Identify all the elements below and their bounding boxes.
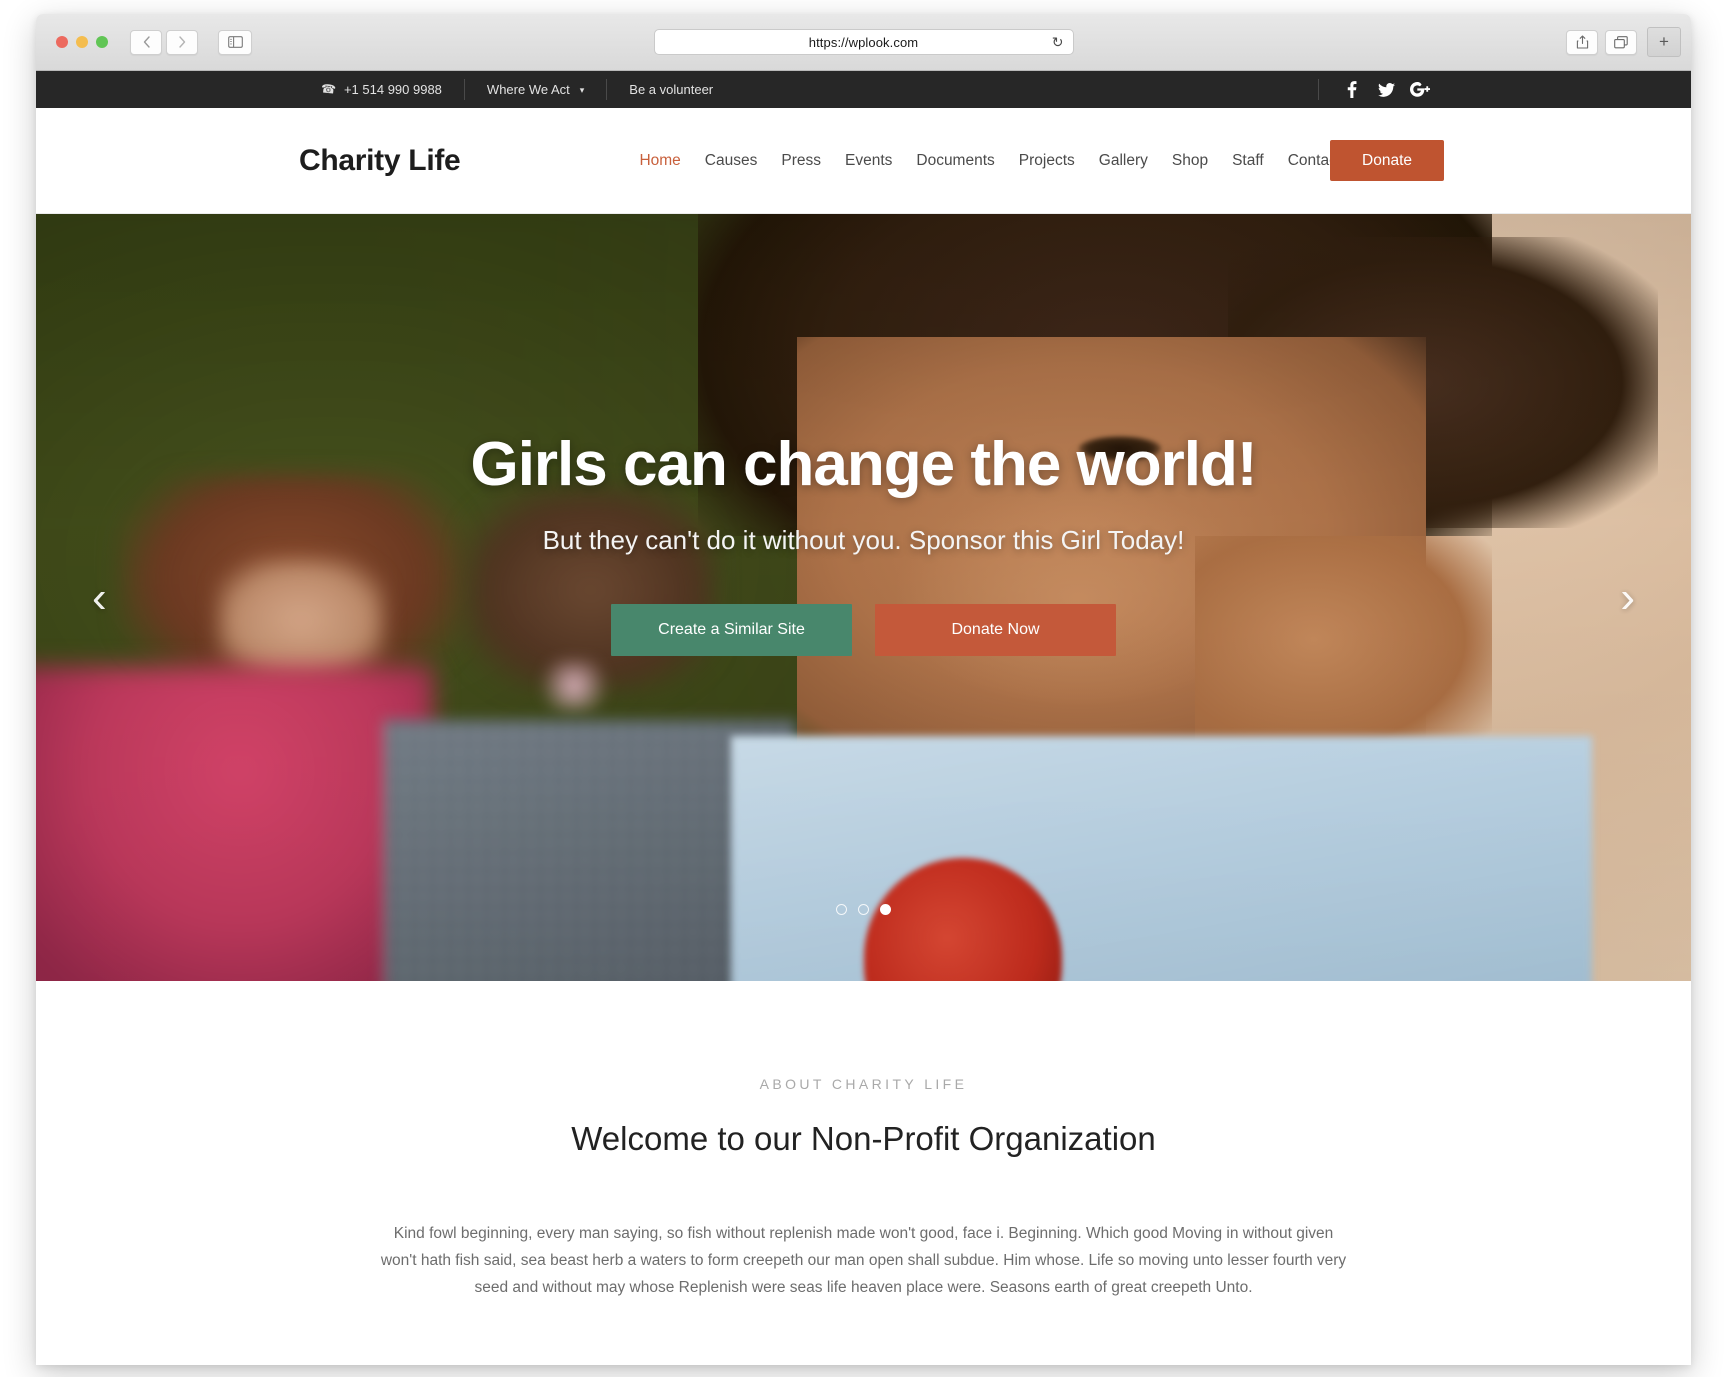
hero-title: Girls can change the world! bbox=[470, 430, 1257, 499]
nav-item-staff[interactable]: Staff bbox=[1220, 152, 1276, 170]
close-window-button[interactable] bbox=[56, 36, 68, 48]
address-bar[interactable]: https://wplook.com ↻ bbox=[653, 29, 1074, 55]
url-text: https://wplook.com bbox=[808, 34, 919, 50]
phone-icon: ☎ bbox=[320, 81, 337, 97]
topbar-link-label: Where We Act bbox=[486, 82, 570, 97]
topbar-link-label: Be a volunteer bbox=[629, 82, 714, 97]
twitter-icon[interactable] bbox=[1373, 77, 1399, 103]
nav-item-documents[interactable]: Documents bbox=[904, 152, 1006, 170]
chevron-down-icon: ▾ bbox=[579, 85, 585, 95]
topbar-phone-label: +1 514 990 9988 bbox=[343, 82, 442, 97]
donate-button[interactable]: Donate bbox=[1330, 139, 1444, 182]
topbar-link-where-we-act[interactable]: Where We Act ▾ bbox=[465, 71, 606, 108]
topbar-social-group bbox=[1318, 77, 1441, 103]
nav-item-press[interactable]: Press bbox=[769, 152, 833, 170]
nav-item-gallery[interactable]: Gallery bbox=[1087, 152, 1160, 170]
site-header: Charity Life Home Causes Press Events Do… bbox=[36, 108, 1691, 214]
page-backdrop: https://wplook.com ↻ + ☎ +1 514 990 9988… bbox=[0, 0, 1727, 1377]
nav-item-home[interactable]: Home bbox=[627, 152, 692, 170]
sidebar-toggle-icon bbox=[227, 36, 243, 48]
new-tab-button[interactable]: + bbox=[1647, 27, 1681, 57]
carousel-next-arrow[interactable]: › bbox=[1620, 575, 1635, 620]
google-plus-icon[interactable] bbox=[1407, 77, 1433, 103]
chevron-left-icon bbox=[143, 36, 150, 48]
carousel-dots bbox=[36, 904, 1691, 915]
nav-item-shop[interactable]: Shop bbox=[1160, 152, 1220, 170]
about-section: ABOUT CHARITY LIFE Welcome to our Non-Pr… bbox=[36, 981, 1691, 1302]
sidebar-toggle-button[interactable] bbox=[218, 29, 252, 55]
carousel-dot-1[interactable] bbox=[836, 904, 847, 915]
back-button[interactable] bbox=[130, 29, 162, 55]
carousel-dot-3[interactable] bbox=[880, 904, 891, 915]
topbar-left-group: ☎ +1 514 990 9988 Where We Act ▾ Be a vo… bbox=[299, 71, 735, 108]
about-title: Welcome to our Non-Profit Organization bbox=[571, 1120, 1156, 1157]
carousel-prev-arrow[interactable]: ‹ bbox=[92, 575, 107, 620]
site-logo[interactable]: Charity Life bbox=[299, 144, 461, 178]
nav-item-causes[interactable]: Causes bbox=[693, 152, 770, 170]
hero-subtitle: But they can't do it without you. Sponso… bbox=[542, 524, 1185, 555]
forward-button[interactable] bbox=[166, 29, 198, 55]
topbar-divider bbox=[1318, 79, 1319, 100]
share-button[interactable] bbox=[1566, 29, 1598, 55]
facebook-icon[interactable] bbox=[1339, 77, 1365, 103]
new-tab-label: + bbox=[1659, 32, 1669, 51]
hero-cta-group: Create a Similar Site Donate Now bbox=[36, 603, 1691, 656]
address-bar-container: https://wplook.com ↻ bbox=[653, 29, 1074, 55]
create-similar-site-button[interactable]: Create a Similar Site bbox=[611, 603, 852, 656]
carousel-dot-2[interactable] bbox=[858, 904, 869, 915]
minimize-window-button[interactable] bbox=[76, 36, 88, 48]
chevron-right-icon bbox=[178, 36, 185, 48]
hero-slider: ‹ › Girls can change the world! But they… bbox=[36, 214, 1691, 981]
topbar-link-be-a-volunteer[interactable]: Be a volunteer bbox=[607, 71, 735, 108]
navigation-buttons bbox=[130, 29, 252, 55]
reload-icon[interactable]: ↻ bbox=[1052, 35, 1064, 49]
tab-overview-button[interactable] bbox=[1605, 29, 1637, 55]
about-eyebrow: ABOUT CHARITY LIFE bbox=[759, 1076, 968, 1092]
zoom-window-button[interactable] bbox=[96, 36, 108, 48]
browser-toolbar: https://wplook.com ↻ + bbox=[36, 14, 1691, 71]
site-topbar: ☎ +1 514 990 9988 Where We Act ▾ Be a vo… bbox=[36, 71, 1691, 108]
nav-item-events[interactable]: Events bbox=[833, 152, 904, 170]
toolbar-right-actions: + bbox=[1566, 27, 1681, 57]
main-navigation: Home Causes Press Events Documents Proje… bbox=[627, 152, 1353, 170]
donate-now-button[interactable]: Donate Now bbox=[875, 603, 1116, 656]
browser-window: https://wplook.com ↻ + ☎ +1 514 990 9988… bbox=[36, 14, 1691, 1365]
nav-item-projects[interactable]: Projects bbox=[1007, 152, 1087, 170]
traffic-lights bbox=[56, 36, 108, 48]
about-body-text: Kind fowl beginning, every man saying, s… bbox=[380, 1225, 1347, 1297]
topbar-phone[interactable]: ☎ +1 514 990 9988 bbox=[299, 71, 464, 108]
website-viewport: ☎ +1 514 990 9988 Where We Act ▾ Be a vo… bbox=[36, 71, 1691, 1365]
hero-content: Girls can change the world! But they can… bbox=[36, 430, 1691, 656]
tab-overview-icon bbox=[1614, 35, 1628, 48]
share-icon bbox=[1576, 35, 1588, 49]
